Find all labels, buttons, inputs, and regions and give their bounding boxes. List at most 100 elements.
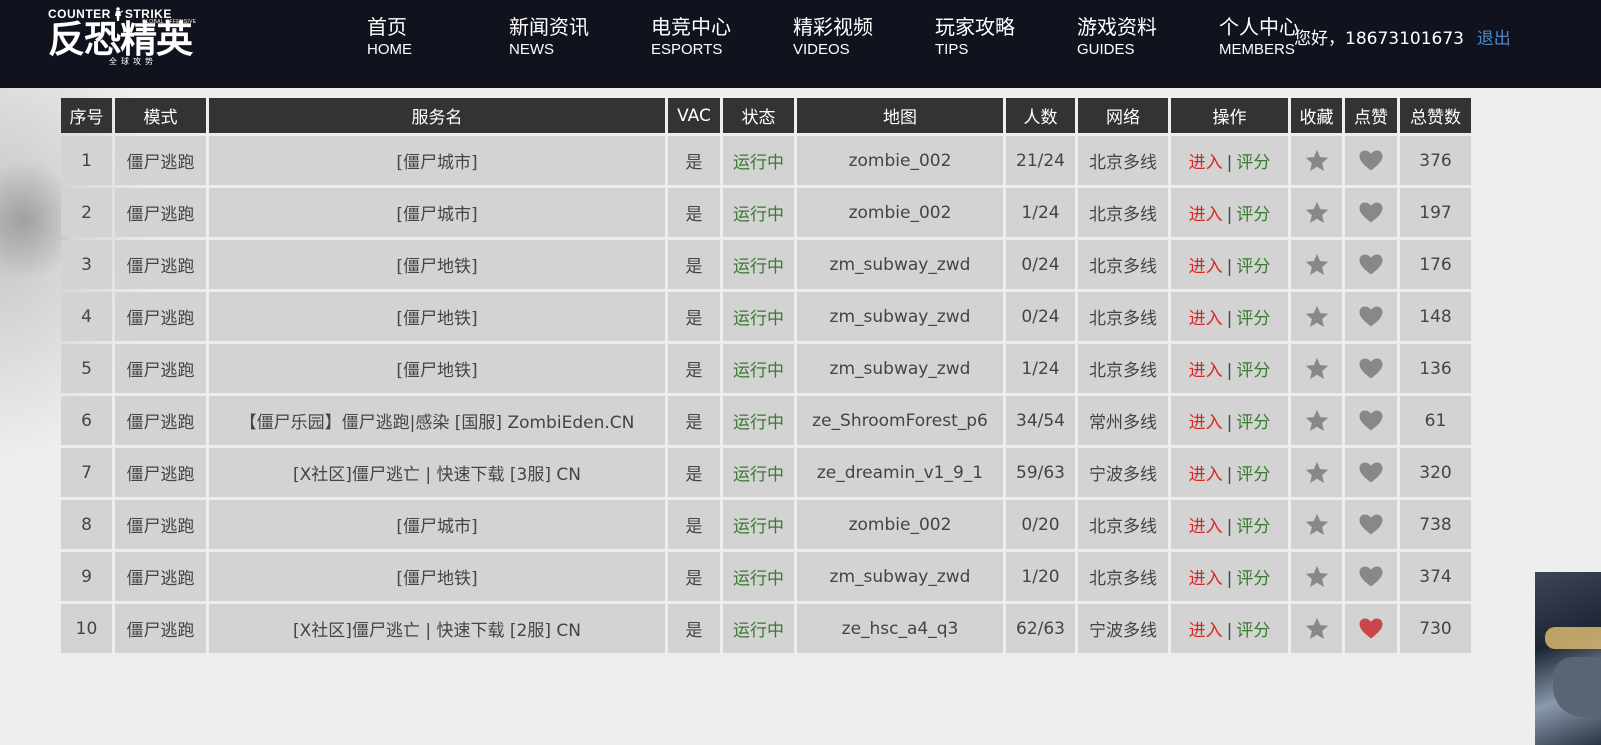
rate-link[interactable]: 评分 [1236,257,1270,277]
rate-link[interactable]: 评分 [1236,517,1270,537]
nav-item-videos[interactable]: 精彩视频 VIDEOS [793,14,935,60]
cell-favorite [1291,448,1342,497]
cell-actions: 进入 | 评分 [1171,604,1288,653]
cell-favorite [1291,344,1342,393]
action-separator: | [1226,517,1233,537]
cell-status: 运行中 [723,604,794,653]
site-header: COUNTER STRIKE GLOBAL OFFENSIVE 反恐精英 全球攻… [0,0,1601,88]
star-icon[interactable] [1305,253,1329,276]
cell-network: 北京多线 [1078,292,1168,341]
cell-status: 运行中 [723,344,794,393]
nav-label-en: VIDEOS [793,41,850,58]
enter-link[interactable]: 进入 [1189,621,1223,641]
enter-link[interactable]: 进入 [1189,309,1223,329]
rate-link[interactable]: 评分 [1236,309,1270,329]
site-logo[interactable]: COUNTER STRIKE GLOBAL OFFENSIVE 反恐精英 全球攻… [48,6,208,78]
heart-icon[interactable] [1359,566,1383,587]
cell-mode: 僵尸逃跑 [115,604,206,653]
action-separator: | [1226,153,1233,173]
rate-link[interactable]: 评分 [1236,413,1270,433]
star-icon[interactable] [1305,409,1329,432]
logo-title: 反恐精英 [48,18,193,61]
nav-item-esports[interactable]: 电竞中心 ESPORTS [651,14,793,60]
cell-status: 运行中 [723,396,794,445]
cell-server-name: [僵尸城市] [209,136,665,185]
cell-total-likes: 374 [1400,552,1471,601]
rate-link[interactable]: 评分 [1236,569,1270,589]
cell-network: 北京多线 [1078,344,1168,393]
cell-mode: 僵尸逃跑 [115,188,206,237]
rate-link[interactable]: 评分 [1236,153,1270,173]
rate-link[interactable]: 评分 [1236,621,1270,641]
enter-link[interactable]: 进入 [1189,361,1223,381]
cell-network: 北京多线 [1078,136,1168,185]
action-separator: | [1226,465,1233,485]
cell-vac: 是 [668,292,720,341]
enter-link[interactable]: 进入 [1189,517,1223,537]
heart-icon[interactable] [1359,150,1383,171]
enter-link[interactable]: 进入 [1189,205,1223,225]
cell-players: 21/24 [1006,136,1075,185]
column-header-actions: 操作 [1171,98,1288,133]
table-row: 2 僵尸逃跑 [僵尸城市] 是运行中 zombie_002 1/24 北京多线 进入 | 评分 19… [61,188,1471,237]
cell-favorite [1291,240,1342,289]
column-header-total-likes: 总赞数 [1400,98,1471,133]
cell-actions: 进入 | 评分 [1171,500,1288,549]
enter-link[interactable]: 进入 [1189,569,1223,589]
cell-total-likes: 197 [1400,188,1471,237]
enter-link[interactable]: 进入 [1189,257,1223,277]
table-row: 8 僵尸逃跑 [僵尸城市] 是运行中 zombie_002 0/20 北京多线 进入 | 评分 73… [61,500,1471,549]
cell-mode: 僵尸逃跑 [115,396,206,445]
cell-actions: 进入 | 评分 [1171,396,1288,445]
star-icon[interactable] [1305,617,1329,640]
star-icon[interactable] [1305,357,1329,380]
cell-players: 59/63 [1006,448,1075,497]
nav-item-tips[interactable]: 玩家攻略 TIPS [935,14,1077,60]
cell-actions: 进入 | 评分 [1171,188,1288,237]
column-header-network: 网络 [1078,98,1168,133]
enter-link[interactable]: 进入 [1189,153,1223,173]
cell-mode: 僵尸逃跑 [115,448,206,497]
table-row: 1 僵尸逃跑 [僵尸城市] 是运行中 zombie_002 21/24 北京多线 进入 | 评分 3… [61,136,1471,185]
cell-players: 1/24 [1006,188,1075,237]
heart-icon[interactable] [1359,514,1383,535]
rate-link[interactable]: 评分 [1236,361,1270,381]
cell-map: zombie_002 [797,188,1003,237]
cell-like [1345,188,1397,237]
heart-icon[interactable] [1359,462,1383,483]
star-icon[interactable] [1305,513,1329,536]
nav-label-cn: 游戏资料 [1077,15,1157,39]
star-icon[interactable] [1305,565,1329,588]
enter-link[interactable]: 进入 [1189,413,1223,433]
cell-players: 0/24 [1006,240,1075,289]
cell-total-likes: 148 [1400,292,1471,341]
cell-players: 0/20 [1006,500,1075,549]
star-icon[interactable] [1305,461,1329,484]
heart-icon[interactable] [1359,410,1383,431]
star-icon[interactable] [1305,201,1329,224]
cell-total-likes: 376 [1400,136,1471,185]
heart-icon[interactable] [1359,306,1383,327]
cell-favorite [1291,500,1342,549]
heart-icon[interactable] [1359,618,1383,639]
nav-item-home[interactable]: 首页 HOME [367,14,509,60]
heart-icon[interactable] [1359,202,1383,223]
cell-players: 1/20 [1006,552,1075,601]
star-icon[interactable] [1305,305,1329,328]
side-promo-image[interactable] [1535,572,1601,745]
column-header-status: 状态 [723,98,794,133]
enter-link[interactable]: 进入 [1189,465,1223,485]
star-icon[interactable] [1305,149,1329,172]
nav-item-guides[interactable]: 游戏资料 GUIDES [1077,14,1219,60]
cell-status: 运行中 [723,292,794,341]
table-row: 9 僵尸逃跑 [僵尸地铁] 是运行中 zm_subway_zwd 1/20 北京多线 进入 | 评… [61,552,1471,601]
nav-item-news[interactable]: 新闻资讯 NEWS [509,14,651,60]
heart-icon[interactable] [1359,358,1383,379]
rate-link[interactable]: 评分 [1236,465,1270,485]
page: COUNTER STRIKE GLOBAL OFFENSIVE 反恐精英 全球攻… [0,0,1601,745]
logout-link[interactable]: 退出 [1477,29,1511,49]
rate-link[interactable]: 评分 [1236,205,1270,225]
cell-like [1345,448,1397,497]
heart-icon[interactable] [1359,254,1383,275]
cell-actions: 进入 | 评分 [1171,552,1288,601]
